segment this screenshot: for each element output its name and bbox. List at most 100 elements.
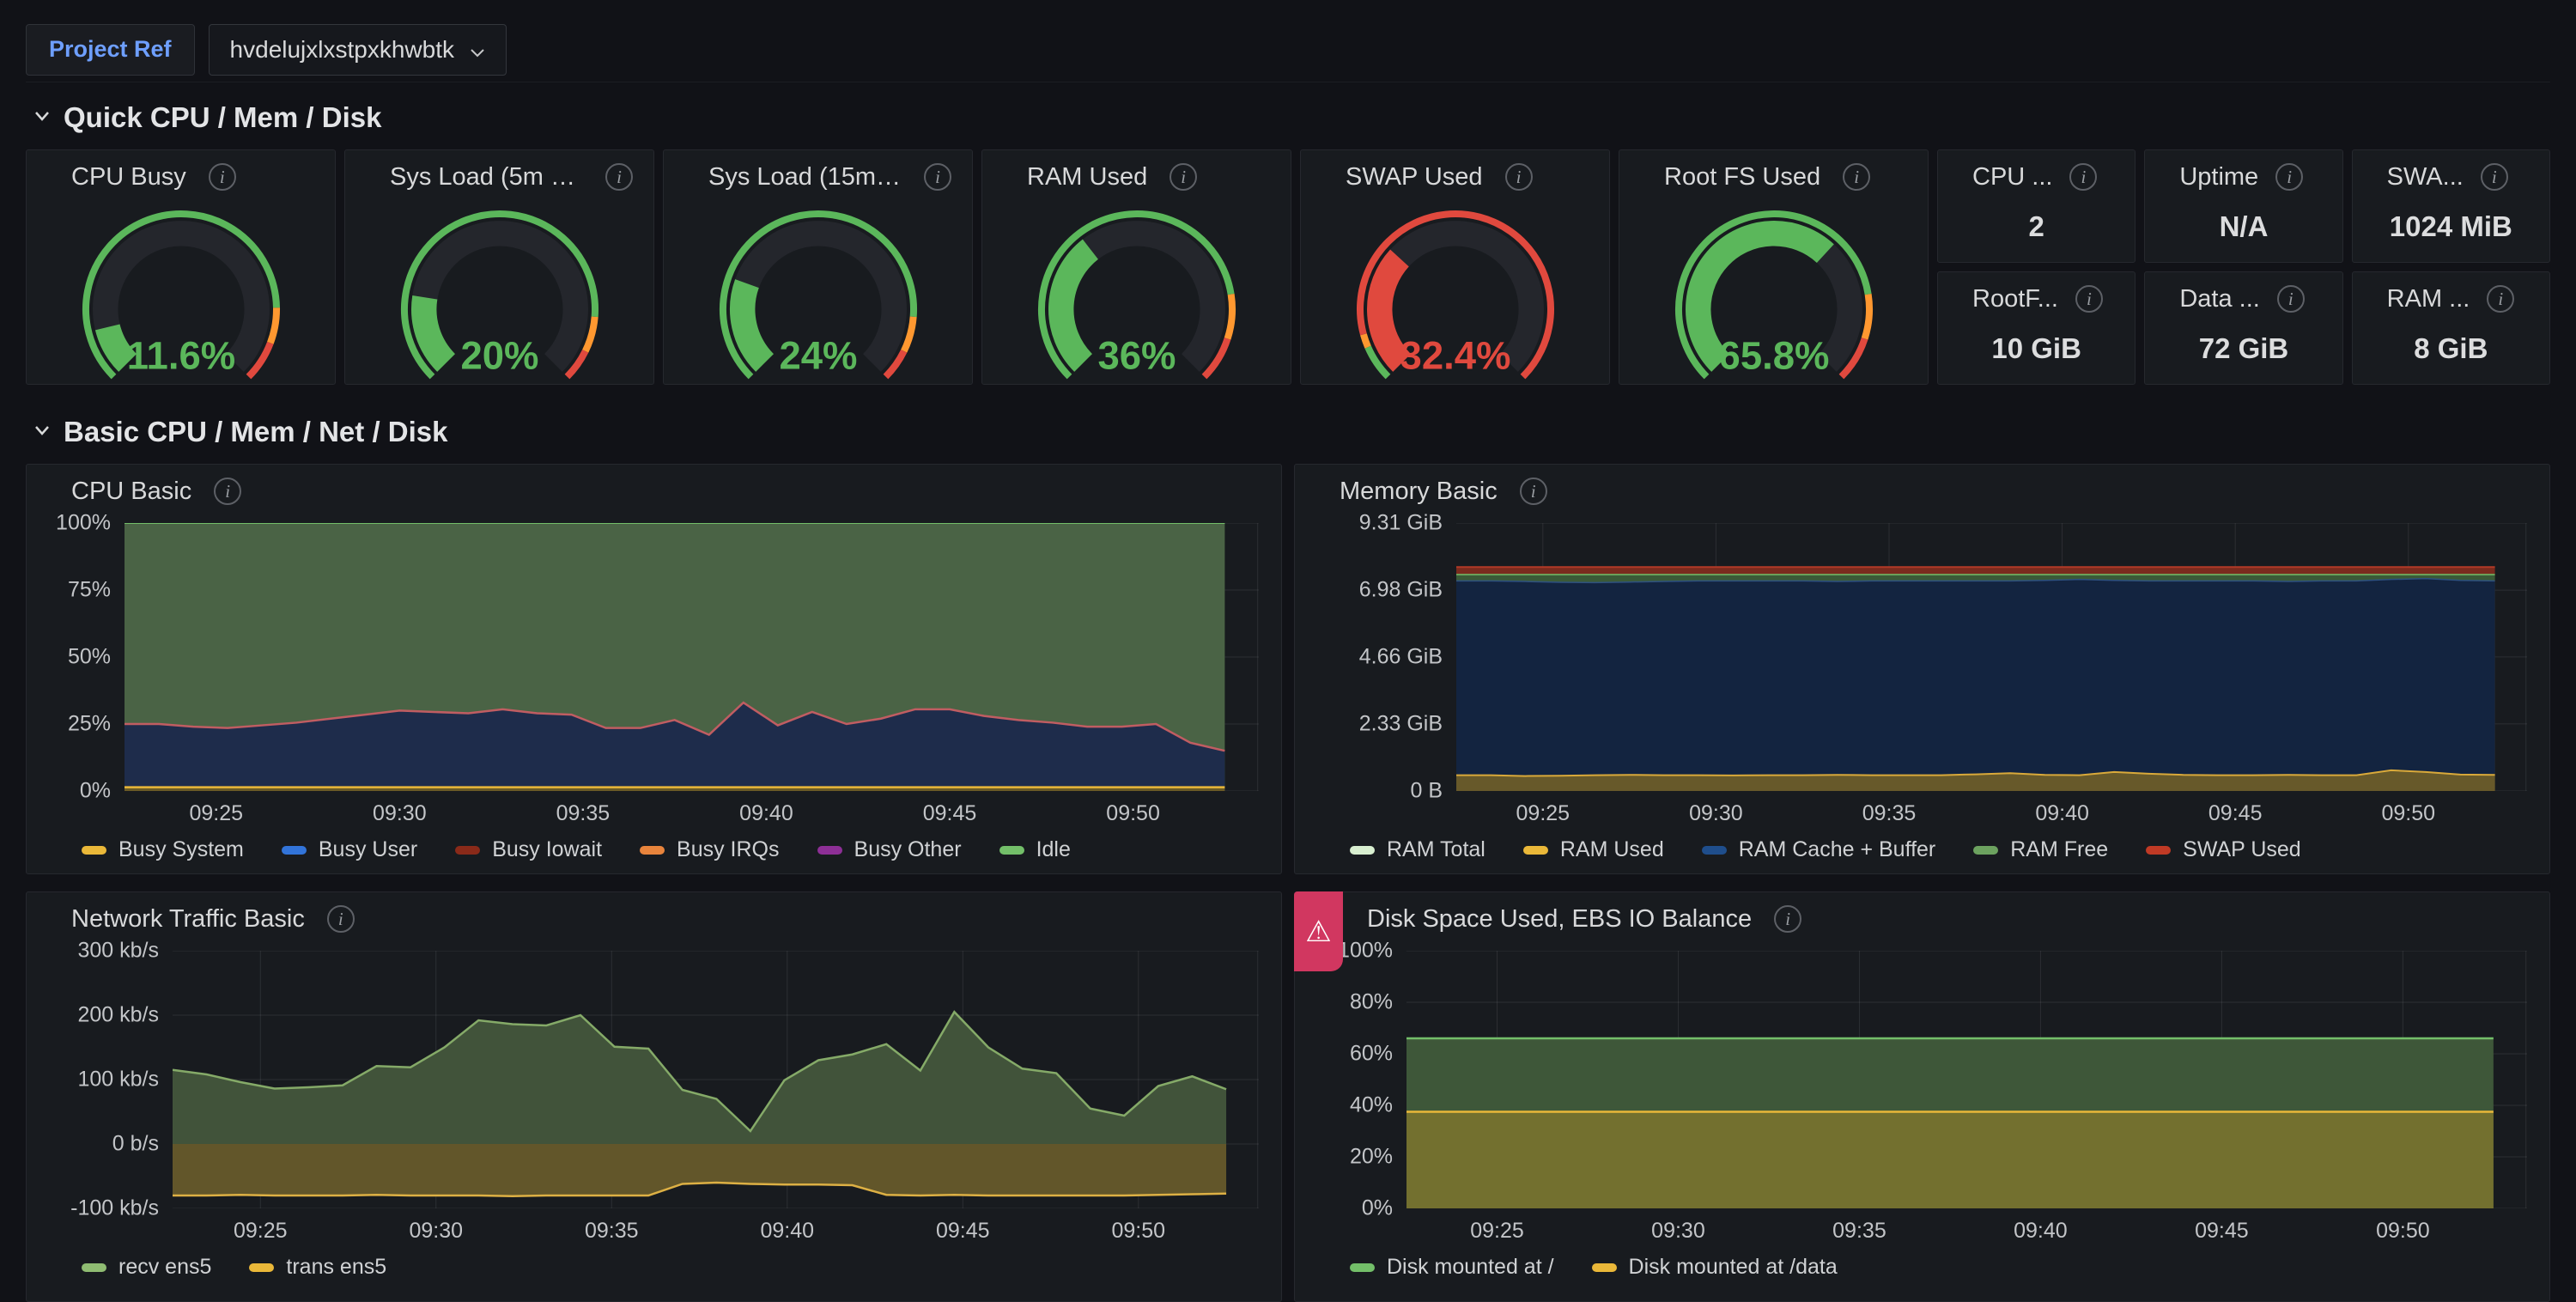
panel-header: Data ... i — [2145, 272, 2342, 326]
y-tick-label: 4.66 GiB — [1359, 644, 1443, 669]
section-quick-cpu-mem-disk[interactable]: Quick CPU / Mem / Disk — [33, 101, 2550, 134]
y-tick-label: 9.31 GiB — [1359, 511, 1443, 536]
x-tick-label: 09:35 — [585, 1219, 639, 1244]
stat-value: 10 GiB — [1938, 326, 2135, 384]
plot-area[interactable] — [1406, 951, 2527, 1208]
info-icon[interactable]: i — [327, 905, 355, 933]
y-tick-label: 25% — [68, 712, 111, 737]
y-tick-label: 0 B — [1410, 779, 1443, 804]
info-icon[interactable]: i — [1505, 163, 1533, 191]
legend-item[interactable]: RAM Total — [1350, 837, 1485, 862]
panel-title[interactable]: CPU ... — [1972, 163, 2052, 192]
legend-label: RAM Free — [2010, 837, 2108, 862]
info-icon[interactable]: i — [2075, 285, 2103, 313]
chart-row-2: Network Traffic Basic i -100 kb/s0 b/s10… — [26, 891, 2550, 1302]
gauge-stat-row: CPU Busy i 11.6% Sys Load (5m a... i 20%… — [26, 149, 2550, 385]
stat-panel: RootF... i 10 GiB — [1937, 271, 2136, 385]
legend-item[interactable]: Busy System — [82, 837, 244, 862]
panel-title[interactable]: Uptime — [2179, 163, 2258, 192]
legend-item[interactable]: SWAP Used — [2146, 837, 2301, 862]
legend-item[interactable]: RAM Cache + Buffer — [1702, 837, 1936, 862]
y-tick-label: -100 kb/s — [70, 1196, 159, 1221]
info-icon[interactable]: i — [924, 163, 951, 191]
panel-title[interactable]: CPU Basic — [71, 478, 191, 506]
x-tick-label: 09:45 — [2195, 1219, 2249, 1244]
panel-title[interactable]: RootF... — [1972, 285, 2058, 313]
panel-title[interactable]: Root FS Used — [1664, 163, 1820, 192]
info-icon[interactable]: i — [1843, 163, 1870, 191]
legend-label: SWAP Used — [2183, 837, 2301, 862]
section-title: Basic CPU / Mem / Net / Disk — [64, 416, 447, 448]
info-icon[interactable]: i — [1774, 905, 1801, 933]
chevron-down-icon — [470, 36, 485, 64]
legend-item[interactable]: Busy IRQs — [640, 837, 779, 862]
panel-header: RootF... i — [1938, 272, 2135, 326]
x-tick-label: 09:35 — [556, 801, 611, 826]
gauge-panel: CPU Busy i 11.6% — [26, 149, 336, 385]
info-icon[interactable]: i — [1520, 478, 1547, 505]
alert-warning-icon[interactable]: ⚠ — [1294, 891, 1343, 971]
panel-title[interactable]: RAM ... — [2387, 285, 2470, 313]
plot-area[interactable] — [125, 523, 1259, 791]
panel-title[interactable]: Data ... — [2179, 285, 2260, 313]
legend-item[interactable]: recv ens5 — [82, 1255, 211, 1280]
legend-item[interactable]: trans ens5 — [249, 1255, 386, 1280]
info-icon[interactable]: i — [2481, 163, 2508, 191]
info-icon[interactable]: i — [605, 163, 633, 191]
panel-title[interactable]: CPU Busy — [71, 163, 186, 192]
info-icon[interactable]: i — [2275, 163, 2303, 191]
panel-title[interactable]: Disk Space Used, EBS IO Balance — [1367, 905, 1752, 934]
legend-item[interactable]: Disk mounted at /data — [1592, 1255, 1838, 1280]
x-tick-label: 09:40 — [739, 801, 793, 826]
info-icon[interactable]: i — [2277, 285, 2305, 313]
panel-title[interactable]: Sys Load (5m a... — [390, 163, 583, 192]
stat-value: 72 GiB — [2145, 326, 2342, 384]
info-icon[interactable]: i — [209, 163, 236, 191]
x-tick-label: 09:25 — [1470, 1219, 1524, 1244]
y-axis-labels: -100 kb/s0 b/s100 kb/s200 kb/s300 kb/s — [42, 951, 173, 1208]
legend-item[interactable]: Busy Iowait — [455, 837, 602, 862]
legend-item[interactable]: RAM Used — [1523, 837, 1664, 862]
legend-color-pill — [999, 846, 1024, 855]
y-tick-label: 100% — [56, 511, 111, 536]
plot-area[interactable] — [173, 951, 1259, 1208]
project-ref-dropdown[interactable]: hvdelujxlxstpxkhwbtk — [209, 24, 507, 76]
y-tick-label: 60% — [1350, 1042, 1393, 1067]
project-ref-button[interactable]: Project Ref — [26, 24, 195, 76]
panel-title[interactable]: Network Traffic Basic — [71, 905, 305, 934]
panel-title[interactable]: Sys Load (15m ... — [708, 163, 902, 192]
y-tick-label: 6.98 GiB — [1359, 578, 1443, 603]
gauge: 24% — [664, 204, 972, 387]
info-icon[interactable]: i — [2487, 285, 2514, 313]
legend-color-pill — [640, 846, 665, 855]
panel-header: Uptime i — [2145, 150, 2342, 204]
legend-color-pill — [455, 846, 480, 855]
info-icon[interactable]: i — [214, 478, 241, 505]
info-icon[interactable]: i — [2069, 163, 2097, 191]
panel-header: Sys Load (5m a... i — [345, 150, 653, 204]
section-collapse-icon — [33, 110, 52, 126]
stat-panel: Data ... i 72 GiB — [2144, 271, 2342, 385]
legend-label: Busy Other — [854, 837, 962, 862]
legend-label: RAM Cache + Buffer — [1739, 837, 1936, 862]
legend-item[interactable]: Busy User — [282, 837, 417, 862]
plot-area[interactable] — [1456, 523, 2527, 791]
gauge-panel: Sys Load (15m ... i 24% — [663, 149, 973, 385]
legend-item[interactable]: Disk mounted at / — [1350, 1255, 1554, 1280]
stat-value: 1024 MiB — [2353, 204, 2549, 262]
panel-title[interactable]: RAM Used — [1027, 163, 1147, 192]
legend-item[interactable]: Idle — [999, 837, 1071, 862]
legend: Busy System Busy User Busy Iowait Busy IRQs… — [27, 830, 1281, 862]
info-icon[interactable]: i — [1170, 163, 1197, 191]
section-basic-cpu-mem-net-disk[interactable]: Basic CPU / Mem / Net / Disk — [33, 416, 2550, 448]
legend-item[interactable]: Busy Other — [817, 837, 962, 862]
panel-title[interactable]: Memory Basic — [1340, 478, 1498, 506]
y-axis-labels: 0%20%40%60%80%100% — [1310, 951, 1406, 1208]
legend-item[interactable]: RAM Free — [1973, 837, 2108, 862]
y-tick-label: 75% — [68, 578, 111, 603]
panel-title[interactable]: SWA... — [2387, 163, 2464, 192]
legend-label: RAM Used — [1560, 837, 1664, 862]
panel-title[interactable]: SWAP Used — [1346, 163, 1483, 192]
gauge: 36% — [982, 204, 1291, 387]
x-tick-label: 09:50 — [1112, 1219, 1166, 1244]
